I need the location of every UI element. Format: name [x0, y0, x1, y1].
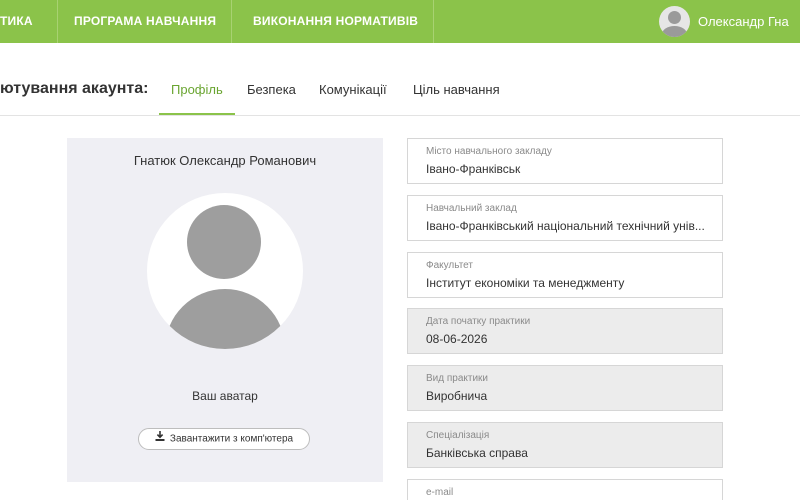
field-value: Банківська справа [426, 446, 528, 460]
nav-item-practice[interactable]: ТИКА [0, 0, 33, 43]
field-value: Івано-Франківськ [426, 162, 521, 176]
upload-button-label: Завантажити з комп'ютера [169, 433, 294, 445]
page-title: ютування акаунта: [0, 80, 149, 97]
practice-type-field: Вид практики Виробнича [407, 365, 723, 411]
institution-field[interactable]: Навчальний заклад Івано-Франківський нац… [407, 195, 723, 241]
header-divider [0, 115, 800, 116]
user-name[interactable]: Олександр Гна [698, 0, 789, 43]
field-label: e-mail [426, 487, 454, 498]
tab-communications[interactable]: Комунікації [319, 82, 387, 97]
nav-divider [433, 0, 434, 43]
field-label: Факультет [426, 260, 473, 271]
nav-divider [231, 0, 232, 43]
field-label: Навчальний заклад [426, 203, 517, 214]
profile-full-name: Гнатюк Олександр Романович [133, 153, 317, 168]
specialization-field: Спеціалізація Банківська справа [407, 422, 723, 468]
profile-avatar-icon [147, 193, 303, 349]
upload-avatar-button[interactable]: Завантажити з комп'ютера [138, 428, 310, 450]
nav-divider [57, 0, 58, 43]
download-icon [155, 429, 165, 449]
faculty-field[interactable]: Факультет Інститут економіки та менеджме… [407, 252, 723, 298]
city-field[interactable]: Місто навчального закладу Івано-Франківс… [407, 138, 723, 184]
field-label: Місто навчального закладу [426, 146, 552, 157]
field-value: Виробнича [426, 389, 488, 403]
practice-start-date-field: Дата початку практики 08-06-2026 [407, 308, 723, 354]
avatar-caption: Ваш аватар [192, 389, 258, 403]
field-value: Івано-Франківський національний технічни… [426, 219, 705, 233]
nav-item-standards[interactable]: ВИКОНАННЯ НОРМАТИВІВ [253, 0, 418, 43]
nav-item-study-program[interactable]: ПРОГРАМА НАВЧАННЯ [74, 0, 216, 43]
field-label: Дата початку практики [426, 316, 531, 327]
tab-profile[interactable]: Профіль [171, 82, 223, 97]
field-label: Спеціалізація [426, 430, 490, 441]
user-avatar-icon[interactable] [659, 6, 690, 37]
tab-learning-goal[interactable]: Ціль навчання [413, 82, 500, 97]
field-value: 08-06-2026 [426, 332, 488, 346]
top-nav-bar: ТИКА ПРОГРАМА НАВЧАННЯ ВИКОНАННЯ НОРМАТИ… [0, 0, 800, 43]
profile-card: Гнатюк Олександр Романович Ваш аватар За… [67, 138, 383, 482]
email-field[interactable]: e-mail [407, 479, 723, 500]
field-label: Вид практики [426, 373, 489, 384]
tab-security[interactable]: Безпека [247, 82, 296, 97]
field-value: Інститут економіки та менеджменту [426, 276, 625, 290]
